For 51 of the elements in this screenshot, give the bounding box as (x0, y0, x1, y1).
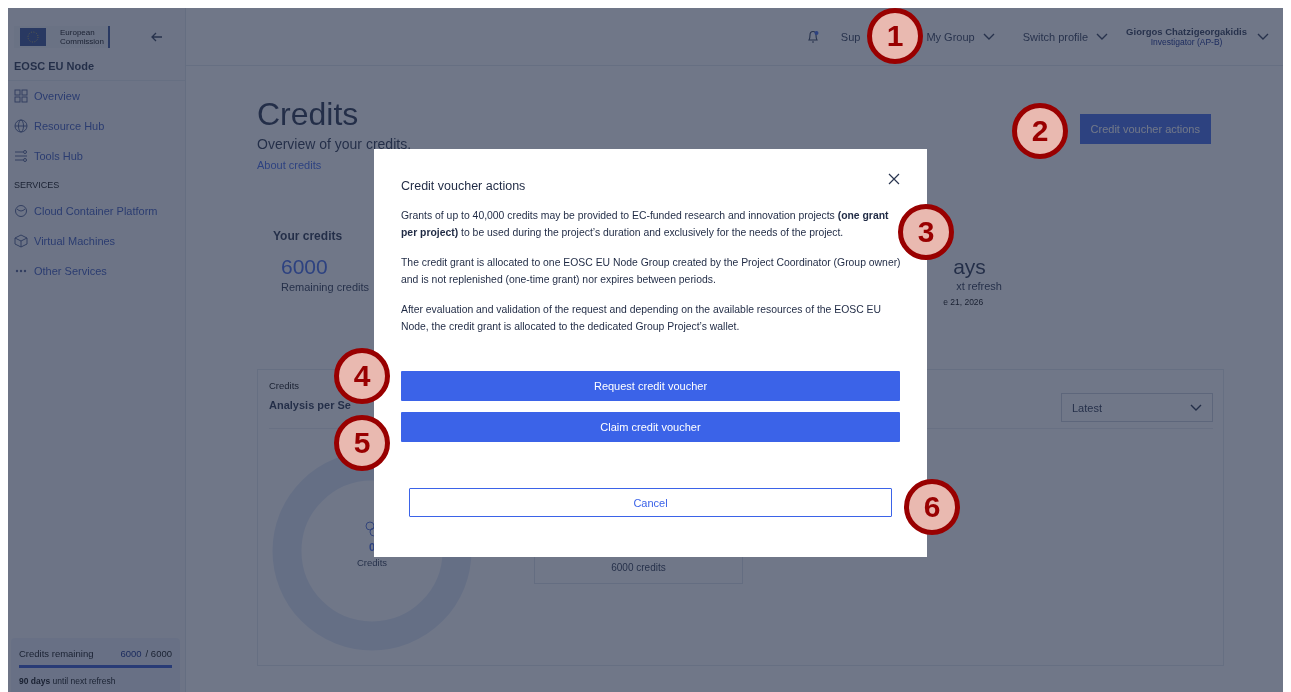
credits-value: 6000 (281, 255, 329, 279)
refresh-note: 90 days until next refresh (19, 676, 117, 686)
bell-icon[interactable] (806, 29, 819, 44)
card-caption: Credits (269, 380, 300, 391)
sidebar-item[interactable]: Other Services (8, 256, 185, 286)
modal-paragraph: After evaluation and validation of the request and depending on the available resources of the EOSC EU Node, the credit grant is allocated to the dedicated Group Project’s wallet. (401, 303, 882, 334)
donut-label: Credits (356, 557, 388, 568)
step-marker: 1 (867, 8, 923, 64)
node-title: EOSC EU Node (8, 56, 185, 81)
page-subtitle: Overview of your credits. (257, 136, 412, 152)
nav-link[interactable]: Switch profile (1022, 30, 1109, 43)
voucher-button[interactable]: Claim credit voucher (401, 412, 900, 442)
sidebar-item[interactable]: Virtual Machines (8, 226, 185, 256)
refresh-date: e 21, 2026 (943, 297, 985, 307)
cube-icon (14, 234, 28, 248)
nav-link[interactable]: Sup (840, 30, 861, 43)
step-marker: 2 (1012, 103, 1068, 159)
period-select[interactable]: Latest (1061, 393, 1213, 422)
grid-icon (14, 89, 28, 103)
back-arrow-icon[interactable] (151, 32, 163, 42)
credits-label: Credits remaining (19, 648, 94, 659)
sidebar-item[interactable]: Overview (8, 81, 185, 111)
about-link[interactable]: About credits (257, 159, 322, 171)
sidebar-item[interactable]: Resource Hub (8, 111, 185, 141)
page-title: Credits (257, 96, 360, 132)
close-icon[interactable] (888, 173, 900, 185)
logo-text: European (60, 28, 96, 37)
logo-text: Commission (60, 37, 104, 46)
voucher-actions-button[interactable]: Credit voucher actions (1079, 114, 1211, 144)
modal-paragraph: Grants of up to 40,000 credits may be provided to EC-funded research and innovation projects (one grant per project) to be used during the project’s duration and exclusively for the needs of the project. (401, 209, 890, 240)
voucher-button[interactable]: Request credit voucher (401, 371, 900, 401)
stat-label: xt refresh (955, 280, 1002, 292)
nav-link[interactable]: My Group (926, 30, 995, 43)
section-label: SERVICES (13, 179, 61, 192)
sidebar-item[interactable]: Cloud Container Platform (8, 196, 185, 226)
user-menu[interactable]: Giorgos Chatzigeorgakidis Investigator (AP-B) (1126, 26, 1269, 47)
days-value: ays (952, 255, 987, 279)
step-marker: 6 (904, 479, 960, 535)
step-marker: 3 (898, 204, 954, 260)
stat-label: Remaining credits (281, 281, 370, 293)
globe-icon (14, 119, 28, 133)
caret-icon (1190, 404, 1202, 411)
modal-paragraph: The credit grant is allocated to one EOSC EU Node Group created by the Project Coordinator (Group owner) and is not replenished (one-time grant) nor expires between periods. (401, 256, 901, 287)
credits-total: / 6000 (145, 648, 172, 659)
modal-title: Credit voucher actions (401, 179, 526, 193)
caret-icon (1257, 33, 1269, 40)
cancel-button[interactable]: Cancel (409, 488, 892, 517)
credits-value: 6000 (120, 648, 142, 659)
sliders-icon (14, 149, 28, 163)
sidebar-item[interactable]: Tools Hub (8, 141, 185, 171)
stat-heading: Your credits (272, 229, 344, 243)
